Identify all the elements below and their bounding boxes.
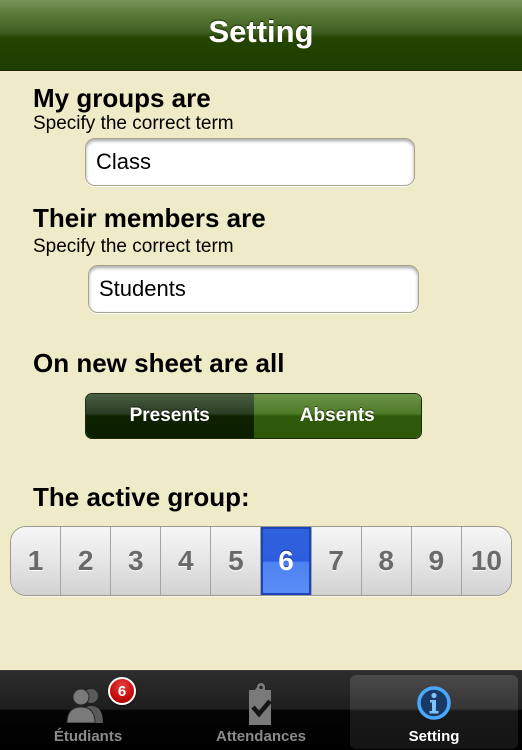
new-sheet-segmented-control: Presents Absents	[85, 393, 422, 439]
tab-setting[interactable]: Setting	[350, 675, 518, 749]
group-option-3[interactable]: 3	[111, 527, 162, 595]
group-option-4[interactable]: 4	[161, 527, 212, 595]
groups-heading: My groups are	[33, 83, 211, 113]
group-option-7[interactable]: 7	[311, 527, 362, 595]
group-option-9[interactable]: 9	[411, 527, 462, 595]
members-term-input[interactable]	[88, 265, 419, 313]
tab-label: Setting	[408, 728, 460, 745]
tab-label: Étudiants	[53, 728, 123, 745]
tab-label: Attendances	[215, 728, 307, 745]
active-group-selector: 1 2 3 4 5 6 7 8 9 10	[10, 526, 512, 596]
segment-absents[interactable]: Absents	[253, 394, 421, 438]
group-option-6[interactable]: 6	[261, 527, 312, 595]
new-sheet-heading: On new sheet are all	[33, 348, 285, 378]
members-heading: Their members are	[33, 203, 266, 233]
tab-etudiants[interactable]: 6 Étudiants	[4, 675, 172, 749]
page-title: Setting	[208, 14, 314, 49]
tab-attendances[interactable]: Attendances	[177, 675, 345, 749]
group-option-8[interactable]: 8	[361, 527, 412, 595]
group-option-10[interactable]: 10	[461, 527, 511, 595]
tab-bar: 6 Étudiants Attendances Setting	[0, 670, 522, 750]
members-subheading: Specify the correct term	[33, 236, 234, 257]
group-option-2[interactable]: 2	[61, 527, 112, 595]
group-option-5[interactable]: 5	[211, 527, 262, 595]
info-icon	[416, 685, 452, 726]
navigation-bar: Setting	[0, 0, 522, 71]
clipboard-check-icon	[245, 683, 277, 732]
people-icon	[66, 687, 106, 728]
segment-presents[interactable]: Presents	[86, 394, 254, 438]
notification-badge: 6	[108, 677, 136, 705]
group-option-1[interactable]: 1	[11, 527, 62, 595]
active-group-heading: The active group:	[33, 482, 250, 512]
groups-subheading: Specify the correct term	[33, 113, 234, 134]
groups-term-input[interactable]	[85, 138, 415, 186]
